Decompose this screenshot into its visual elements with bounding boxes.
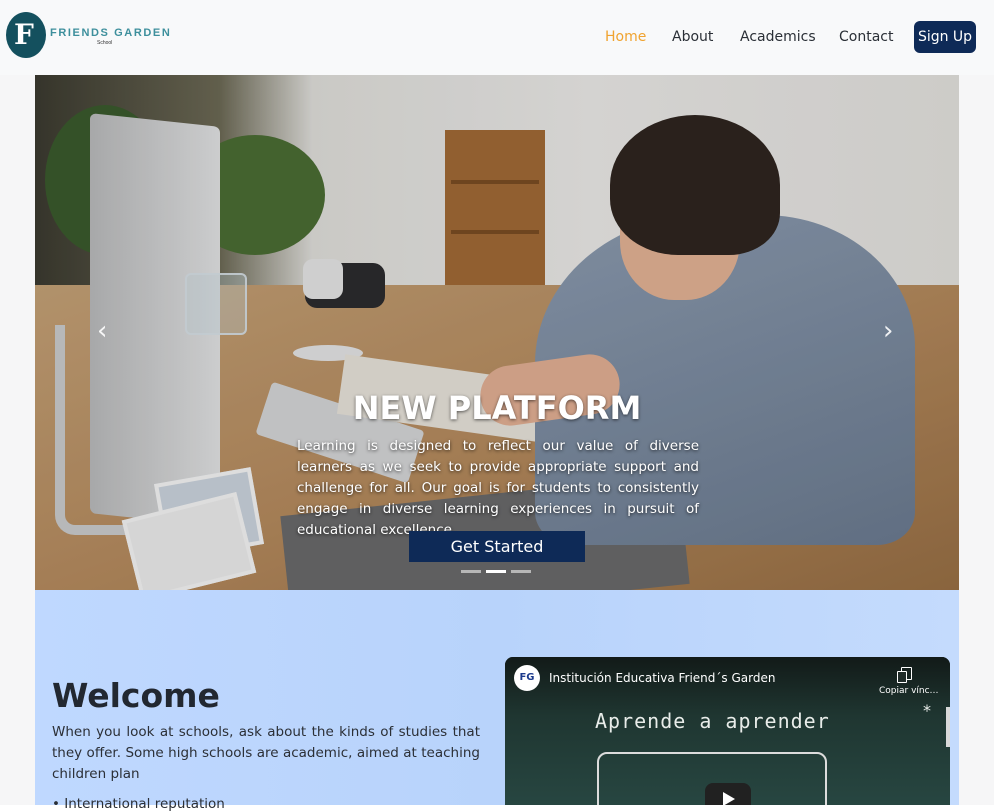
copy-link-label[interactable]: Copiar vínc… — [879, 686, 939, 696]
school-logo[interactable]: F — [6, 12, 46, 58]
carousel-indicator-1[interactable] — [461, 570, 481, 573]
welcome-title: Welcome — [52, 676, 220, 715]
chalkboard-edge — [946, 707, 950, 747]
chevron-right-icon[interactable]: › — [883, 318, 893, 344]
welcome-section: Welcome When you look at schools, ask ab… — [35, 590, 959, 812]
navbar: F FRIENDS GARDEN School Home About Acade… — [0, 0, 994, 75]
video-title[interactable]: Institución Educativa Friend´s Garden — [549, 671, 775, 685]
bullet-text: International reputation — [64, 796, 225, 812]
hero-description: Learning is designed to reflect our valu… — [297, 438, 699, 538]
brand-subtitle: School — [97, 40, 113, 46]
page-gutter-right — [959, 75, 994, 805]
video-chalk-text: Aprende a aprender — [595, 709, 830, 733]
chevron-left-icon[interactable]: ‹ — [97, 318, 107, 344]
brand-name[interactable]: FRIENDS GARDEN — [50, 27, 171, 39]
carousel-indicators — [461, 570, 533, 573]
hero-carousel: ‹ › NEW PLATFORM Learning is designed to… — [35, 75, 959, 590]
carousel-indicator-2[interactable] — [486, 570, 506, 573]
asterisk-icon: * — [923, 701, 931, 720]
nav-link-home[interactable]: Home — [605, 28, 646, 46]
welcome-text: When you look at schools, ask about the … — [52, 724, 480, 782]
sign-up-button[interactable]: Sign Up — [914, 21, 976, 53]
channel-logo[interactable]: FG — [514, 665, 540, 691]
page-gutter-left — [0, 75, 35, 805]
nav-link-academics[interactable]: Academics — [740, 28, 816, 46]
carousel-indicator-3[interactable] — [511, 570, 531, 573]
nav-link-about[interactable]: About — [672, 28, 713, 46]
logo-letter: F — [14, 18, 34, 51]
video-embed[interactable]: FG Institución Educativa Friend´s Garden… — [505, 657, 950, 805]
welcome-bullet: • International reputation — [52, 796, 225, 812]
hero-title: NEW PLATFORM — [352, 389, 642, 427]
copy-icon[interactable] — [897, 667, 912, 683]
nav-link-contact[interactable]: Contact — [839, 28, 893, 46]
get-started-button[interactable]: Get Started — [409, 531, 585, 562]
play-icon[interactable] — [705, 783, 751, 805]
